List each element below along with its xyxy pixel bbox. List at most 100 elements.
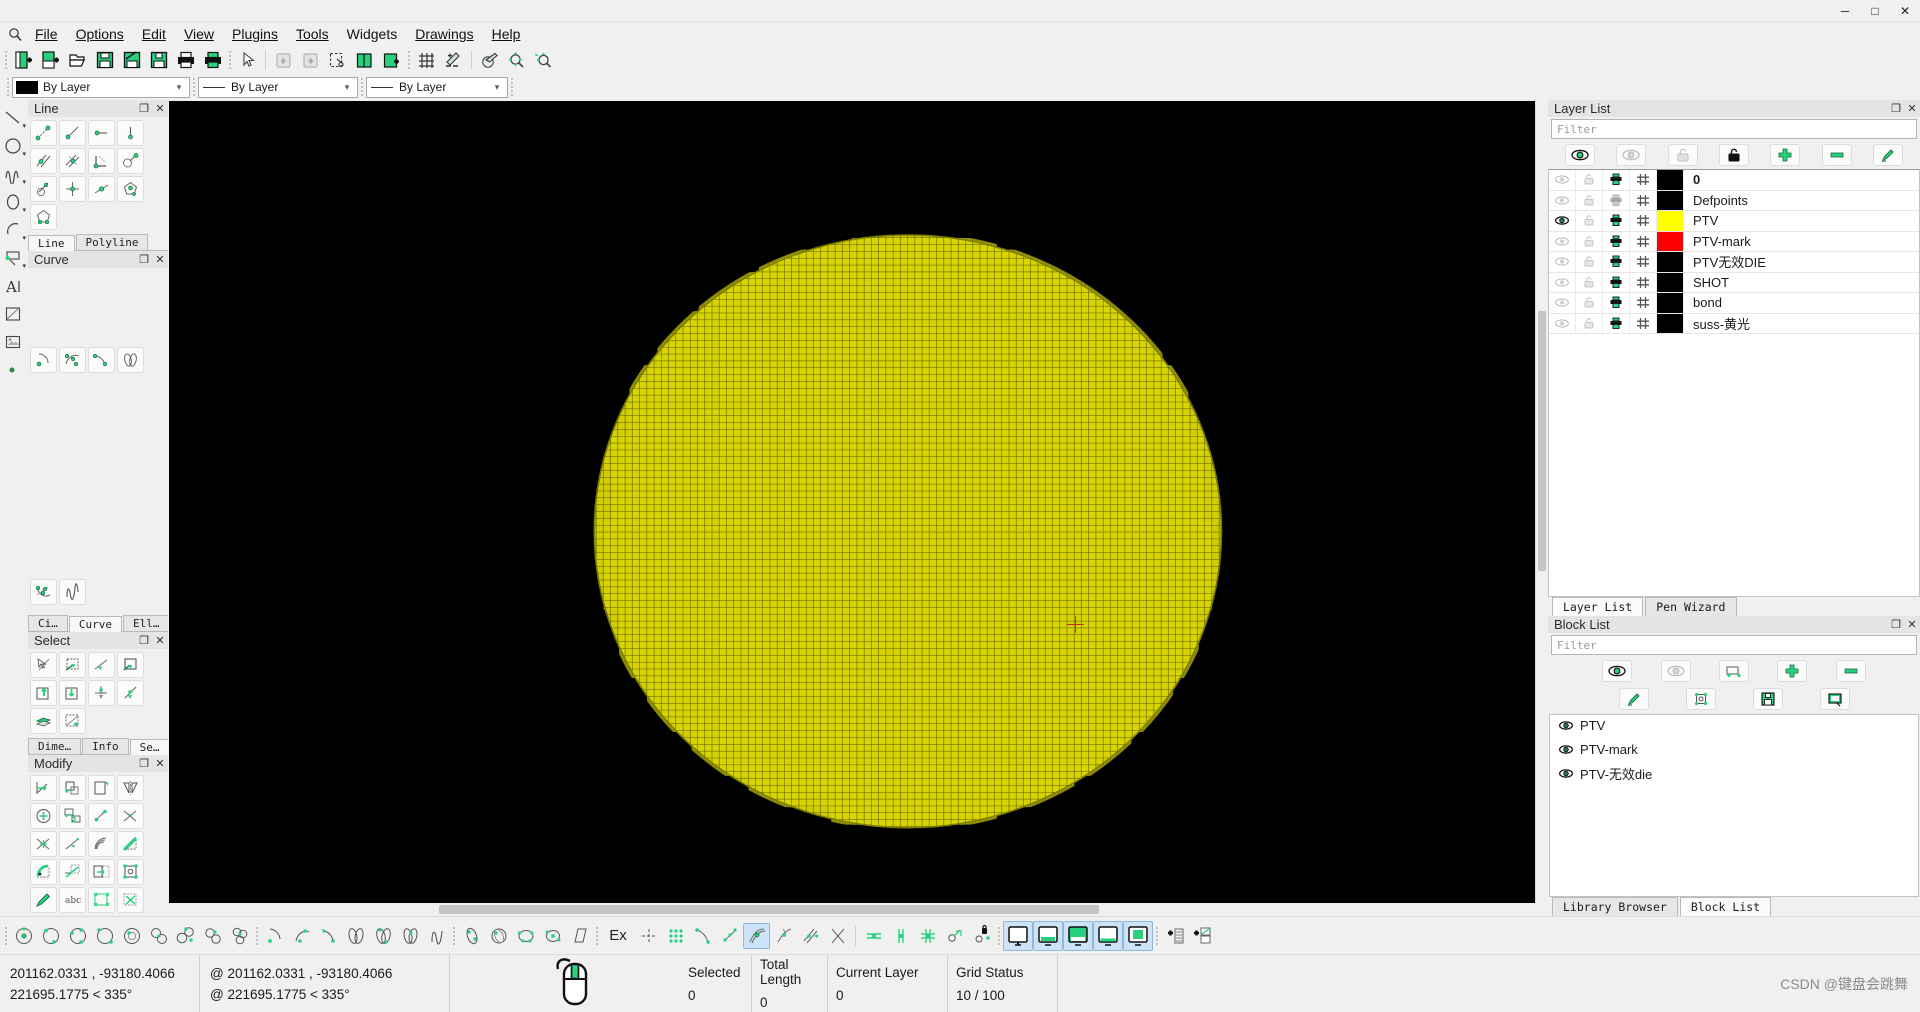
show-all-layers-icon[interactable] (1564, 144, 1595, 166)
bottom-handle-1[interactable] (2, 924, 10, 948)
spline-freehand-icon[interactable] (59, 579, 86, 605)
horizontal-scroll-thumb[interactable] (439, 905, 1099, 914)
create-block-icon[interactable] (1685, 688, 1716, 710)
view-single-icon[interactable] (1003, 920, 1033, 951)
ellipse-tool-icon[interactable]: ▾ (1, 188, 27, 216)
bottom-handle-6[interactable] (1153, 924, 1161, 948)
layer-print-toggle[interactable] (1603, 293, 1630, 313)
edit-layer-icon[interactable] (1873, 144, 1904, 166)
select-dock-float-button[interactable]: ❐ (136, 633, 152, 648)
export-block-icon[interactable] (1819, 688, 1850, 710)
menu-file[interactable]: File (26, 24, 67, 44)
list-item[interactable]: PTV-无效die (1550, 763, 1918, 783)
block-list-close-button[interactable]: ✕ (1904, 617, 1920, 632)
tab-pen-wizard[interactable]: Pen Wizard (1645, 597, 1737, 616)
select-crossing-icon[interactable] (117, 680, 144, 706)
modify-bevel-icon[interactable] (88, 831, 115, 857)
line-width-combo[interactable]: By Layer ▾ (366, 76, 508, 98)
image-tool-icon[interactable] (1, 328, 27, 356)
line-relative-angle-icon[interactable] (88, 176, 115, 202)
line-polygon-edge-icon[interactable] (30, 204, 57, 230)
layer-print-toggle[interactable] (1603, 170, 1630, 190)
line-parallel-through-icon[interactable] (59, 148, 86, 174)
select-all-icon[interactable] (30, 708, 57, 734)
circle-tangent-icon[interactable] (118, 923, 145, 949)
zoom-in-icon[interactable] (503, 47, 530, 73)
layer-print-toggle[interactable] (1603, 252, 1630, 272)
pen-icon[interactable] (476, 47, 503, 73)
select-intersected-icon[interactable] (88, 680, 115, 706)
ellipse-4point-icon[interactable] (512, 923, 539, 949)
canvas-horizontal-scrollbar[interactable] (169, 903, 1548, 916)
arc-tangential-icon[interactable] (88, 347, 115, 373)
table-row[interactable]: Defpoints (1549, 190, 1919, 211)
modify-rotate-icon[interactable] (59, 775, 86, 801)
arc-tool-icon[interactable]: ▾ (1, 216, 27, 244)
layer-construction-toggle[interactable] (1630, 293, 1657, 313)
arc-tangential-icon[interactable] (315, 923, 342, 949)
layer-visibility-toggle[interactable] (1549, 293, 1576, 313)
snap-grid-icon[interactable] (662, 923, 689, 949)
modify-attributes-icon[interactable] (30, 887, 57, 913)
add-layer-icon[interactable] (1770, 144, 1801, 166)
remove-layer-icon[interactable] (1821, 144, 1852, 166)
line-dock-close-button[interactable]: ✕ (152, 101, 168, 116)
tab-library-browser[interactable]: Library Browser (1552, 897, 1678, 916)
layer-construction-toggle[interactable] (1630, 190, 1657, 210)
layer-visibility-toggle[interactable] (1549, 190, 1576, 210)
redo-icon[interactable] (297, 47, 324, 73)
spline-tool-icon[interactable]: ▾ (1, 160, 27, 188)
menu-tools[interactable]: Tools (287, 24, 338, 44)
layer-print-toggle[interactable] (1603, 272, 1630, 292)
add-layer-quick-icon[interactable] (1161, 923, 1188, 949)
layer-construction-toggle[interactable] (1630, 231, 1657, 251)
snap-free-icon[interactable] (635, 923, 662, 949)
tab-circle[interactable]: Ci… (28, 615, 68, 631)
curve-dock-float-button[interactable]: ❐ (136, 252, 152, 267)
show-all-blocks-icon[interactable] (1602, 660, 1633, 682)
modify-round-icon[interactable] (30, 859, 57, 885)
close-button[interactable]: ✕ (1890, 1, 1920, 21)
attributes-handle-3[interactable] (358, 75, 366, 99)
line-type-combo[interactable]: By Layer ▾ (198, 76, 358, 98)
layer-table[interactable]: 0 Defpoints PTV PTV-mark PTV无效DIE SHOT b… (1548, 169, 1920, 597)
select-layer-icon[interactable] (59, 680, 86, 706)
open-folder-icon[interactable] (64, 47, 91, 73)
zoom-auto-icon[interactable] (530, 47, 557, 73)
modify-properties-icon[interactable] (117, 859, 144, 885)
view-full-icon[interactable] (1123, 920, 1153, 951)
undo-icon[interactable] (270, 47, 297, 73)
hide-all-blocks-icon[interactable] (1660, 660, 1691, 682)
snap-intersection-icon[interactable] (824, 923, 851, 949)
ellipse-foci-icon[interactable] (396, 923, 423, 949)
layer-construction-toggle[interactable] (1630, 313, 1657, 333)
relative-zero-icon[interactable] (941, 923, 968, 949)
lock-all-layers-icon[interactable] (1718, 144, 1749, 166)
layer-color-combo[interactable]: By Layer ▾ (12, 76, 190, 98)
add-block-quick-icon[interactable] (1188, 923, 1215, 949)
modify-explode-icon[interactable] (88, 887, 115, 913)
layer-lock-toggle[interactable] (1576, 231, 1603, 251)
line-polygon-center-icon[interactable] (117, 176, 144, 202)
circle-tan-tan-icon[interactable] (226, 923, 253, 949)
select-free-icon[interactable] (59, 708, 86, 734)
modify-explode-text-icon[interactable]: abc (59, 887, 86, 913)
tab-curve[interactable]: Curve (68, 616, 122, 632)
layer-print-toggle[interactable] (1603, 211, 1630, 231)
text-tool-icon[interactable]: A (1, 272, 27, 300)
circle-tan3-icon[interactable] (172, 923, 199, 949)
modify-dock-float-button[interactable]: ❐ (136, 756, 152, 771)
line-tangent-icon[interactable] (117, 148, 144, 174)
line-tangent2-icon[interactable] (30, 176, 57, 202)
block-list-float-button[interactable]: ❐ (1888, 617, 1904, 632)
layer-lock-toggle[interactable] (1576, 272, 1603, 292)
modify-mirror-icon[interactable] (117, 775, 144, 801)
circle-center-point-icon[interactable] (10, 923, 37, 949)
modify-fillet-icon[interactable] (117, 831, 144, 857)
drawing-canvas[interactable] (169, 101, 1535, 903)
ellipse-center-icon[interactable] (458, 923, 485, 949)
deselect-all-icon[interactable] (30, 652, 57, 678)
grid-icon[interactable] (413, 47, 440, 73)
modify-trim-icon[interactable] (117, 803, 144, 829)
arc-center-point-icon[interactable] (30, 347, 57, 373)
